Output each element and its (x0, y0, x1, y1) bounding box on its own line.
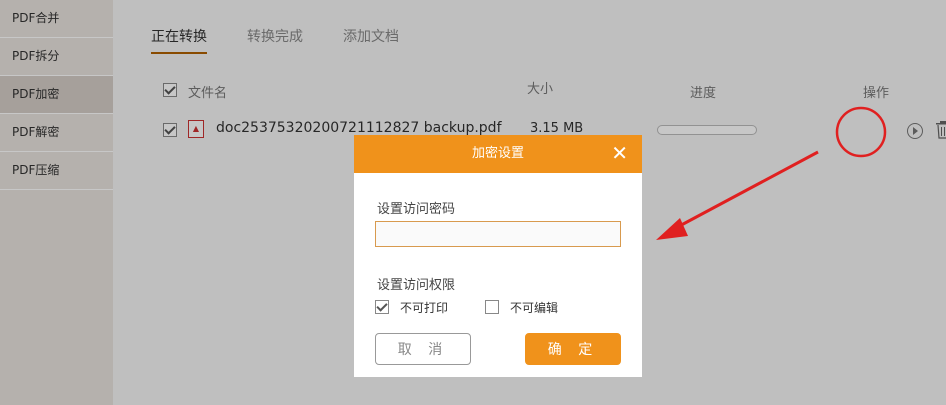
no-edit-checkbox[interactable] (485, 300, 499, 314)
dialog-title: 加密设置 (471, 146, 524, 161)
no-print-checkbox[interactable] (375, 300, 389, 314)
no-print-label: 不可打印 (400, 301, 449, 315)
confirm-button[interactable]: 确 定 (525, 333, 621, 365)
no-edit-label: 不可编辑 (510, 301, 559, 315)
password-input[interactable] (375, 221, 621, 247)
close-icon[interactable]: ✕ (611, 135, 628, 171)
cancel-button[interactable]: 取 消 (375, 333, 471, 365)
dialog-header: 加密设置 ✕ (354, 135, 642, 173)
encrypt-settings-dialog: 加密设置 ✕ 设置访问密码 设置访问权限 不可打印 不可编辑 取 消 确 定 (354, 135, 642, 377)
password-label: 设置访问密码 (377, 202, 456, 217)
permission-label: 设置访问权限 (377, 278, 456, 293)
